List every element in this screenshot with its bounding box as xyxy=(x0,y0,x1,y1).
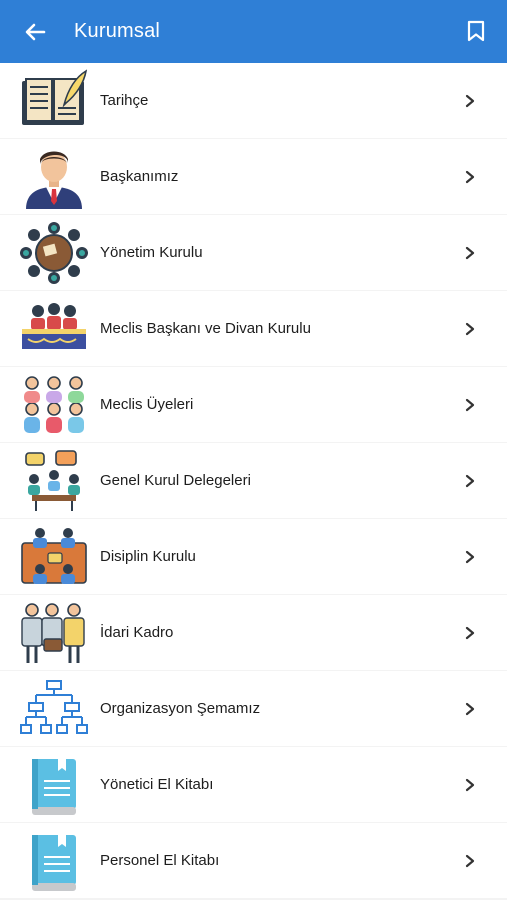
list-item-label: Yönetim Kurulu xyxy=(100,244,203,261)
round-table-meeting-icon xyxy=(18,221,90,285)
discipline-board-icon xyxy=(18,525,90,589)
chevron-right-icon xyxy=(465,398,475,411)
org-chart-icon xyxy=(18,677,90,741)
list-item-idari-kadro[interactable]: İdari Kadro xyxy=(0,595,507,670)
list-item-yonetim-kurulu[interactable]: Yönetim Kurulu xyxy=(0,215,507,290)
chevron-right-icon xyxy=(465,170,475,183)
chevron-right-icon xyxy=(465,474,475,487)
list-item-genel-kurul[interactable]: Genel Kurul Delegeleri xyxy=(0,443,507,518)
page-title: Kurumsal xyxy=(74,20,161,42)
handbook-icon xyxy=(18,829,90,893)
list-item-meclis-uyeleri[interactable]: Meclis Üyeleri xyxy=(0,367,507,442)
bookmark-button[interactable] xyxy=(461,16,491,46)
chevron-right-icon xyxy=(465,702,475,715)
chevron-right-icon xyxy=(465,854,475,867)
arrow-left-icon xyxy=(25,23,46,40)
chevron-right-icon xyxy=(465,550,475,563)
chevron-right-icon xyxy=(465,322,475,335)
book-quill-icon xyxy=(18,68,90,133)
chevron-right-icon xyxy=(465,626,475,639)
menu-list: Tarihçe Başkanımız Yönetim Kurulu Meclis… xyxy=(0,63,507,898)
list-item-disiplin-kurulu[interactable]: Disiplin Kurulu xyxy=(0,519,507,594)
staff-team-icon xyxy=(18,601,90,665)
list-item-tarihce[interactable]: Tarihçe xyxy=(0,63,507,138)
handbook-icon xyxy=(18,753,90,817)
group-members-icon xyxy=(18,373,90,437)
app-bar: Kurumsal xyxy=(0,0,507,63)
list-item-meclis-baskani[interactable]: Meclis Başkanı ve Divan Kurulu xyxy=(0,291,507,366)
chevron-right-icon xyxy=(465,246,475,259)
delegates-discussion-icon xyxy=(18,449,90,513)
list-item-baskanimiz[interactable]: Başkanımız xyxy=(0,139,507,214)
list-item-label: Personel El Kitabı xyxy=(100,852,220,869)
list-item-label: Tarihçe xyxy=(100,92,149,109)
list-item-organizasyon[interactable]: Organizasyon Şemamız xyxy=(0,671,507,746)
businessman-icon xyxy=(18,145,90,209)
list-item-label: İdari Kadro xyxy=(100,624,174,641)
list-item-label: Meclis Üyeleri xyxy=(100,396,194,413)
list-item-yonetici-el-kitabi[interactable]: Yönetici El Kitabı xyxy=(0,747,507,822)
council-table-icon xyxy=(18,297,90,361)
list-item-label: Yönetici El Kitabı xyxy=(100,776,214,793)
list-item-label: Disiplin Kurulu xyxy=(100,548,196,565)
chevron-right-icon xyxy=(465,778,475,791)
chevron-right-icon xyxy=(465,94,475,107)
bookmark-icon xyxy=(467,20,485,42)
list-item-label: Genel Kurul Delegeleri xyxy=(100,472,251,489)
list-item-personel-el-kitabi[interactable]: Personel El Kitabı xyxy=(0,823,507,898)
list-item-label: Organizasyon Şemamız xyxy=(100,700,261,717)
list-item-label: Meclis Başkanı ve Divan Kurulu xyxy=(100,320,311,337)
back-button[interactable] xyxy=(12,0,58,63)
list-item-label: Başkanımız xyxy=(100,168,179,185)
